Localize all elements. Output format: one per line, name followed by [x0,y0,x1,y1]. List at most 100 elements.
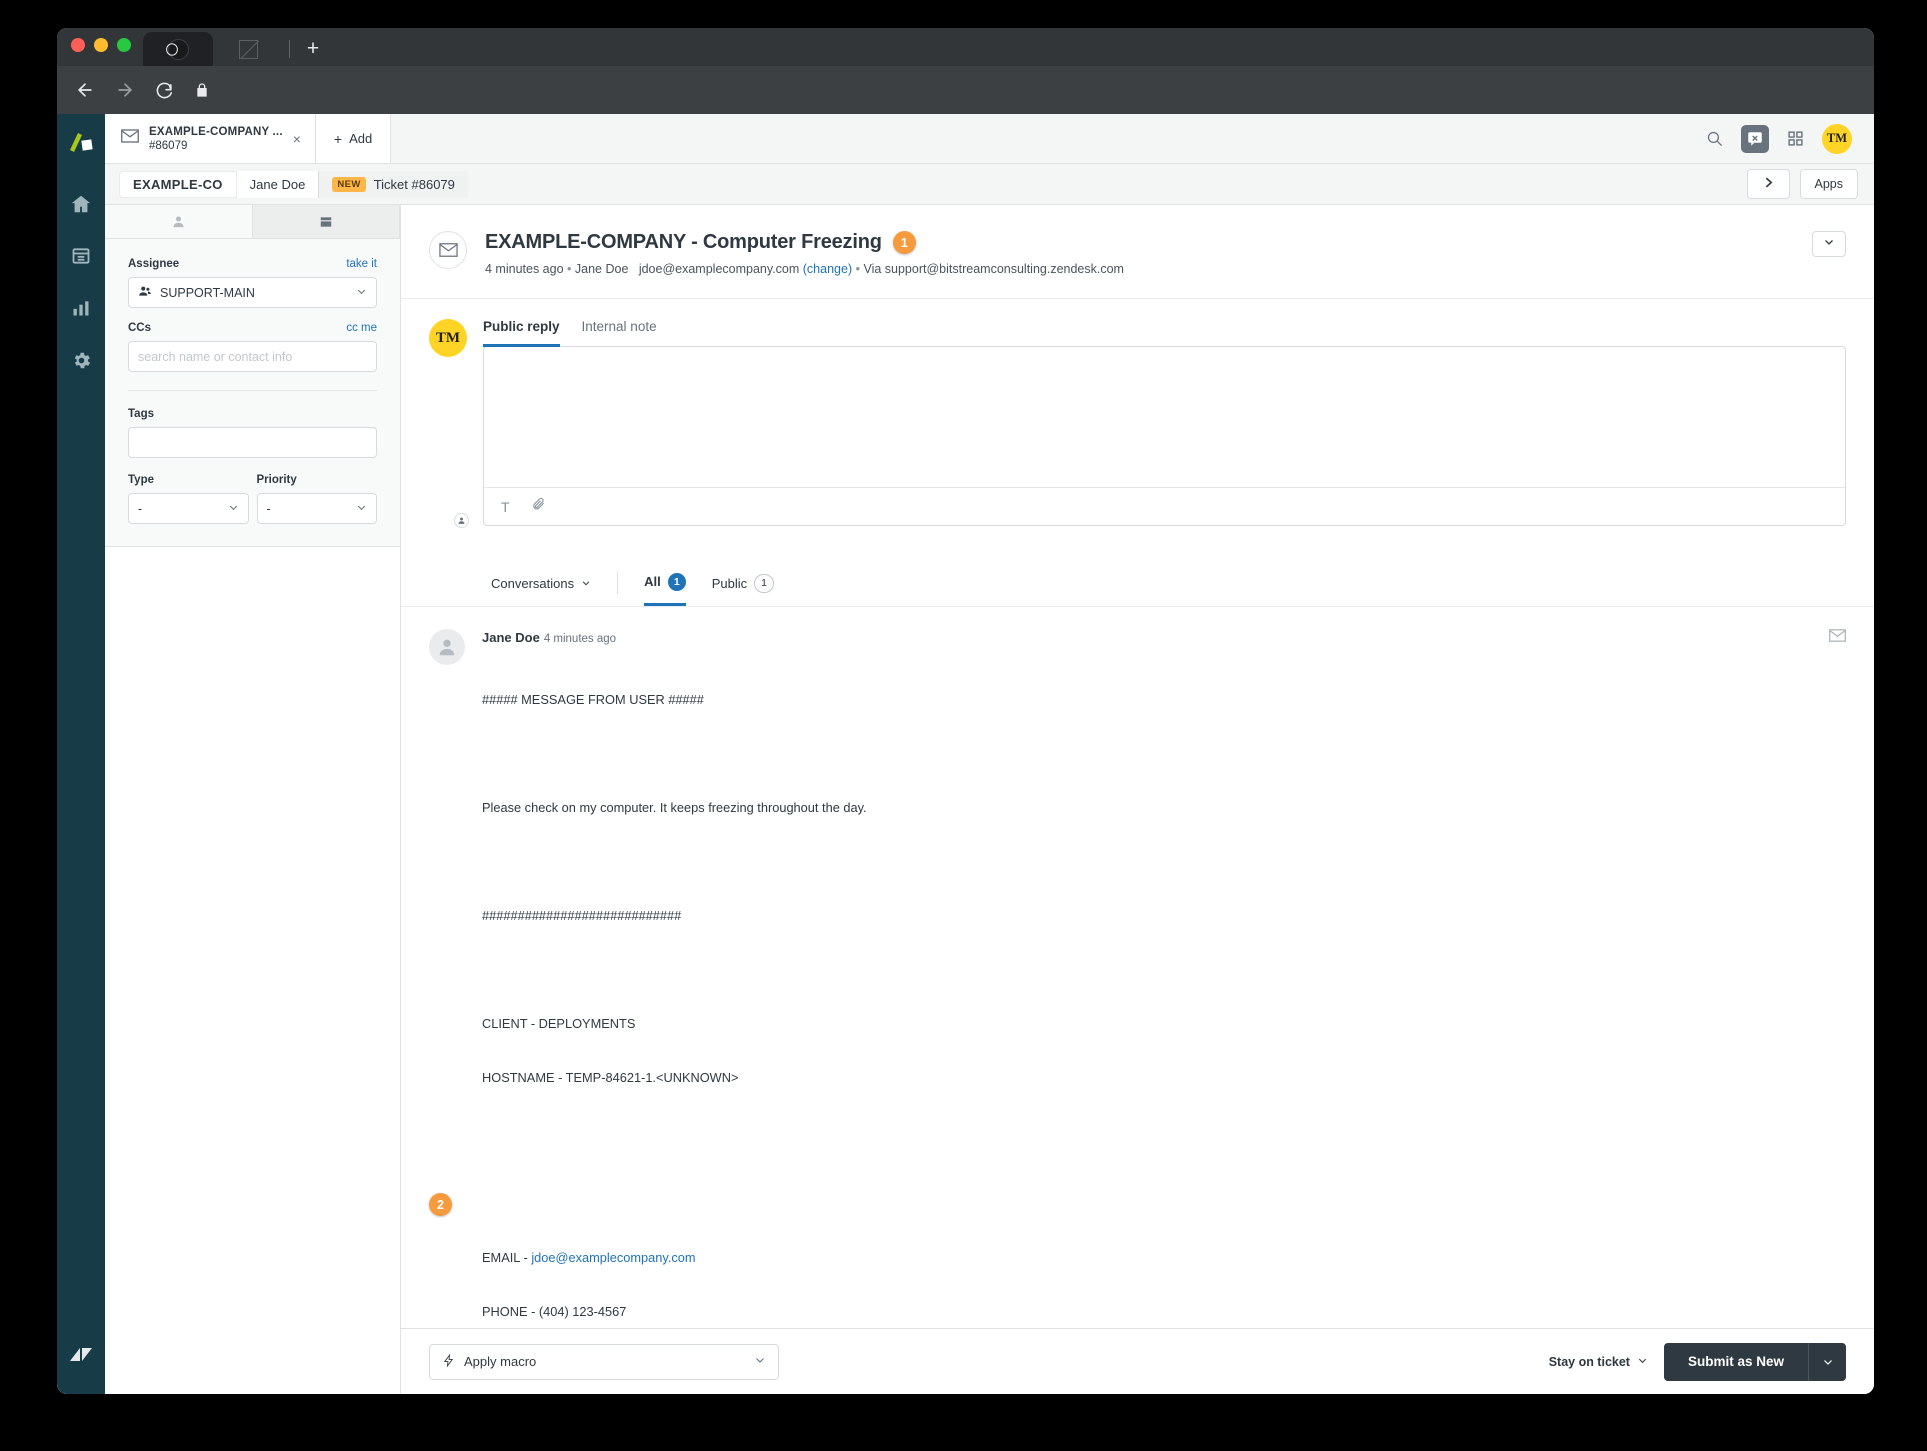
next-ticket-button[interactable] [1746,169,1790,199]
sidebar-item-home[interactable] [61,184,101,224]
avatar [429,629,465,665]
message-phone: PHONE - (404) 123-4567 [482,1304,627,1319]
tab-user[interactable] [105,205,253,238]
breadcrumb-requester[interactable]: Jane Doe [236,170,320,198]
tags-input[interactable] [128,427,377,458]
chevron-down-icon [754,1354,766,1369]
ticket-main: EXAMPLE-COMPANY - Computer Freezing 1 4 … [401,205,1874,1394]
submit-group: Submit as New [1663,1342,1846,1381]
sidebar-item-admin[interactable] [61,340,101,380]
left-nav-rail [57,114,105,1394]
text-format-icon[interactable]: T [501,499,510,515]
browser-tab-zendesk[interactable]: ⃝ [143,32,213,66]
zendesk-favicon-icon: ⃝ [167,38,189,60]
apply-macro-select[interactable]: Apply macro [429,1343,779,1380]
ccs-placeholder: search name or contact info [138,349,293,364]
filter-all[interactable]: All 1 [644,572,686,606]
page-title: EXAMPLE-COMPANY - Computer Freezing [485,231,882,253]
lightning-icon [442,1353,455,1371]
breadcrumb-ticket[interactable]: NEW Ticket #86079 [319,170,468,198]
breadcrumb-ticket-label: Ticket #86079 [373,176,455,192]
add-tab-label: Add [349,131,373,146]
filter-all-count: 1 [667,572,686,591]
forward-arrow-icon[interactable] [115,80,135,100]
chat-offline-icon[interactable] [1741,124,1769,153]
reply-composer: TM Public reply Internal note T [401,299,1874,528]
ccs-label: CCs [128,322,152,334]
change-requester-link[interactable]: (change) [803,262,852,276]
tab-public-reply[interactable]: Public reply [483,319,560,347]
zendesk-mark-icon [69,1345,93,1372]
ticket-via: Via support@bitstreamconsulting.zendesk.… [863,262,1124,276]
zendesk-app: EXAMPLE-COMPANY ... #86079 × + Add TM EX… [57,114,1874,1394]
ticket-header: EXAMPLE-COMPANY - Computer Freezing 1 4 … [401,205,1874,299]
type-select[interactable]: - [128,493,249,524]
type-field: Type - [128,474,249,524]
agent-badge-icon [454,513,469,528]
reply-textarea[interactable] [484,347,1845,487]
collapse-header-button[interactable] [1812,231,1846,257]
browser-titlebar: ⃝ + [57,28,1874,66]
callout-marker-1: 1 [892,231,916,254]
browser-toolbar [57,66,1874,114]
tab-ticket[interactable] [252,205,400,238]
chevron-down-icon [1637,1355,1648,1369]
sidebar-item-reporting[interactable] [61,288,101,328]
browser-window: ⃝ + [57,28,1874,1394]
ticket-time: 4 minutes ago [485,262,564,276]
zendesk-logo-icon[interactable] [68,131,94,158]
type-value: - [138,501,143,516]
message-hash-divider: ############################ [482,908,682,923]
message-item: Jane Doe 4 minutes ago ##### MESSAGE FROM… [401,607,1874,1328]
cc-me-link[interactable]: cc me [346,322,377,334]
breadcrumb-org[interactable]: EXAMPLE-CO [119,170,237,198]
apps-grid-icon[interactable] [1787,130,1804,147]
chevron-down-icon [356,286,367,300]
avatar: TM [429,319,467,357]
minimize-window-button[interactable] [94,38,108,52]
priority-field: Priority - [256,474,377,524]
filter-public[interactable]: Public 1 [712,573,774,605]
conversations-dropdown[interactable]: Conversations [491,576,591,603]
close-window-button[interactable] [71,38,85,52]
breadcrumb: EXAMPLE-CO Jane Doe NEW Ticket #86079 Ap… [105,164,1874,205]
tab-internal-note[interactable]: Internal note [582,319,657,347]
type-label: Type [128,474,154,486]
mail-icon [429,231,467,269]
tags-field: Tags [128,408,377,458]
submit-options-button[interactable] [1808,1342,1846,1381]
editor-toolbar: T [484,487,1845,525]
avatar[interactable]: TM [1822,123,1852,154]
browser-tab-blank[interactable] [213,32,283,66]
ticket-tab-86079[interactable]: EXAMPLE-COMPANY ... #86079 × [105,114,316,163]
ticket-footer: Apply macro Stay on ticket Submit as New [401,1328,1874,1394]
back-arrow-icon[interactable] [75,80,95,100]
sidebar-item-views[interactable] [61,236,101,276]
take-it-link[interactable]: take it [346,258,377,270]
message-email-link[interactable]: jdoe@examplecompany.com [531,1250,695,1265]
priority-select[interactable]: - [256,493,377,524]
conversation-scroll[interactable]: Jane Doe 4 minutes ago ##### MESSAGE FROM… [401,607,1874,1328]
assignee-select[interactable]: SUPPORT-MAIN [128,277,377,308]
stay-on-ticket-dropdown[interactable]: Stay on ticket [1549,1355,1648,1369]
add-tab-button[interactable]: + Add [315,114,392,163]
search-icon[interactable] [1706,130,1723,147]
message-body-text: Please check on my computer. It keeps fr… [482,800,867,815]
attachment-icon[interactable] [532,497,546,516]
new-tab-button[interactable]: + [296,32,330,66]
maximize-window-button[interactable] [117,38,131,52]
close-icon[interactable]: × [293,131,301,147]
message-header: Jane Doe 4 minutes ago [482,629,1846,647]
reload-icon[interactable] [155,81,174,100]
assignee-value: SUPPORT-MAIN [160,285,255,300]
priority-label: Priority [256,474,297,486]
conversation-filter-bar: Conversations All 1 Public 1 [401,544,1874,607]
submit-as-new-button[interactable]: Submit as New [1663,1342,1808,1381]
status-badge: NEW [332,176,366,192]
ccs-input[interactable]: search name or contact info [128,341,377,372]
apps-button[interactable]: Apps [1799,169,1858,199]
